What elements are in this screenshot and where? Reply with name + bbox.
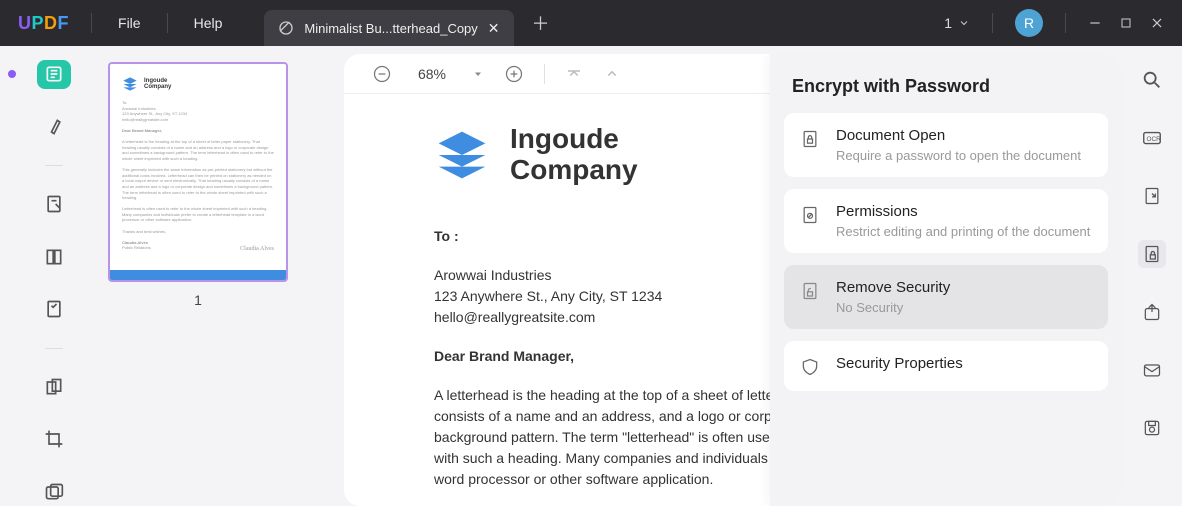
- ocr-icon: OCR: [1141, 127, 1163, 149]
- search-icon: [1141, 69, 1163, 91]
- user-avatar[interactable]: R: [1015, 9, 1043, 37]
- go-prev-page-button[interactable]: [603, 65, 621, 83]
- new-tab-button[interactable]: ＋: [532, 10, 550, 36]
- option-subtitle: Restrict editing and printing of the doc…: [836, 224, 1092, 239]
- zoom-out-button[interactable]: [372, 64, 392, 84]
- option-title: Permissions: [836, 203, 1092, 220]
- form-icon: [44, 299, 64, 319]
- minus-circle-icon: [372, 64, 392, 84]
- divider: [91, 13, 92, 33]
- share-button[interactable]: [1138, 298, 1166, 326]
- svg-text:OCR: OCR: [1147, 136, 1162, 143]
- stack-icon: [434, 127, 490, 183]
- export-button[interactable]: [1138, 182, 1166, 210]
- security-properties-option[interactable]: Security Properties: [784, 341, 1108, 391]
- divider: [167, 13, 168, 33]
- redact-tool[interactable]: [37, 478, 71, 506]
- document-area: 68% IngoudeCompany To :: [344, 54, 1122, 506]
- email-button[interactable]: [1138, 356, 1166, 384]
- permissions-option[interactable]: Permissions Restrict editing and printin…: [784, 189, 1108, 253]
- thumb-company: Ingoude Company: [144, 78, 171, 90]
- layout-icon: [44, 247, 64, 267]
- page-thumbnail-1[interactable]: Ingoude Company To:Arowwai Industries123…: [108, 62, 288, 282]
- document-open-option[interactable]: Document Open Require a password to open…: [784, 113, 1108, 177]
- shield-icon: [800, 357, 820, 377]
- edit-page-icon: [44, 194, 64, 214]
- form-tool[interactable]: [37, 295, 71, 324]
- remove-security-option[interactable]: Remove Security No Security: [784, 265, 1108, 329]
- window-close-button[interactable]: [1150, 16, 1164, 30]
- go-first-page-button[interactable]: [565, 65, 583, 83]
- plus-circle-icon: [504, 64, 524, 84]
- divider: [544, 64, 545, 84]
- export-file-icon: [1142, 186, 1162, 206]
- edit-text-tool[interactable]: [37, 190, 71, 219]
- titlebar: UPDF File Help Minimalist Bu...tterhead_…: [0, 0, 1182, 46]
- app-logo: UPDF: [0, 13, 87, 34]
- thumbnail-panel: Ingoude Company To:Arowwai Industries123…: [84, 46, 344, 506]
- thumb-footer-band: [110, 270, 286, 280]
- chevron-down-icon: [958, 17, 970, 29]
- page-number: 1: [944, 15, 952, 31]
- tab-label: Minimalist Bu...tterhead_Copy: [304, 21, 477, 36]
- rail-indicator[interactable]: [8, 70, 16, 78]
- save-other-button[interactable]: [1138, 414, 1166, 442]
- divider: [45, 348, 63, 349]
- chevrons-up-icon: [565, 65, 583, 83]
- workspace: Ingoude Company To:Arowwai Industries123…: [0, 46, 1182, 506]
- protect-button[interactable]: [1138, 240, 1166, 268]
- caret-down-icon: [472, 68, 484, 80]
- comment-tool[interactable]: [37, 113, 71, 142]
- encrypt-password-panel: Encrypt with Password Document Open Requ…: [770, 54, 1122, 506]
- thumbnail-page-label: 1: [108, 292, 288, 308]
- menu-help[interactable]: Help: [172, 15, 245, 31]
- panel-title: Encrypt with Password: [784, 72, 1108, 113]
- reader-tool[interactable]: [37, 60, 71, 89]
- file-lock-icon: [800, 129, 820, 149]
- unlock-file-icon: [800, 281, 820, 301]
- option-title: Security Properties: [836, 355, 1092, 372]
- option-subtitle: No Security: [836, 300, 1092, 315]
- save-icon: [1142, 418, 1162, 438]
- page-layout-tool[interactable]: [37, 242, 71, 271]
- collapse-rail: [0, 46, 24, 506]
- option-title: Remove Security: [836, 279, 1092, 296]
- divider: [992, 13, 993, 33]
- option-title: Document Open: [836, 127, 1092, 144]
- organize-tool[interactable]: [37, 372, 71, 401]
- tab-close-button[interactable]: ✕: [488, 20, 500, 37]
- crop-tool[interactable]: [37, 425, 71, 454]
- no-edit-icon: [278, 20, 294, 36]
- chevron-up-icon: [603, 65, 621, 83]
- company-name: IngoudeCompany: [510, 124, 638, 186]
- share-icon: [1142, 302, 1162, 322]
- zoom-in-button[interactable]: [504, 64, 524, 84]
- divider: [1065, 13, 1066, 33]
- right-toolbar: OCR: [1122, 46, 1182, 506]
- pages-icon: [44, 377, 64, 397]
- pencil-icon: [44, 117, 64, 137]
- window-maximize-button[interactable]: [1120, 17, 1132, 29]
- mail-icon: [1142, 360, 1162, 380]
- file-lock-icon: [1142, 244, 1162, 264]
- window-minimize-button[interactable]: [1088, 16, 1102, 30]
- option-subtitle: Require a password to open the document: [836, 148, 1092, 163]
- file-restrict-icon: [800, 205, 820, 225]
- left-toolbar: [24, 46, 84, 506]
- book-icon: [44, 64, 64, 84]
- crop-icon: [44, 429, 64, 449]
- search-button[interactable]: [1138, 66, 1166, 94]
- zoom-level[interactable]: 68%: [412, 66, 452, 82]
- stack-icon: [122, 76, 138, 92]
- menu-file[interactable]: File: [96, 15, 163, 31]
- zoom-dropdown[interactable]: [472, 68, 484, 80]
- page-indicator[interactable]: 1: [944, 15, 970, 31]
- redact-icon: [44, 482, 64, 502]
- ocr-button[interactable]: OCR: [1138, 124, 1166, 152]
- document-tab[interactable]: Minimalist Bu...tterhead_Copy ✕: [264, 10, 513, 46]
- divider: [45, 165, 63, 166]
